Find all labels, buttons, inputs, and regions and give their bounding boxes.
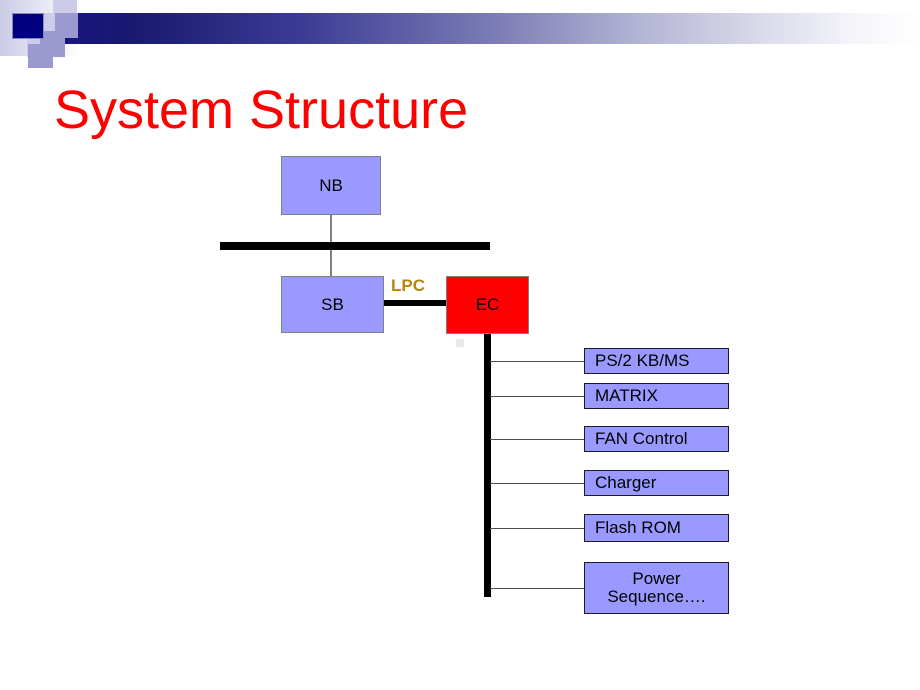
connector-branch-flash xyxy=(490,528,585,529)
connector-branch-ps2 xyxy=(490,361,585,362)
peripheral-power-sequence: Power Sequence…. xyxy=(584,562,729,614)
node-sb: SB xyxy=(281,276,384,333)
peripheral-flash-rom: Flash ROM xyxy=(584,514,729,542)
peripheral-power-sequence-line1: Power xyxy=(632,568,681,588)
peripheral-power-sequence-line2: Sequence…. xyxy=(607,587,706,606)
bus-bar-vertical xyxy=(484,333,491,597)
bus-label-lpc: LPC xyxy=(391,276,425,295)
bus-bar-horizontal xyxy=(220,242,490,250)
stray-artifact-square xyxy=(456,339,464,347)
connector-branch-fan xyxy=(490,439,585,440)
connector-branch-charger xyxy=(490,483,585,484)
peripheral-charger: Charger xyxy=(584,470,729,496)
system-structure-diagram: NB SB EC LPC PS/2 KB/MS MATRIX FAN Contr… xyxy=(0,0,920,690)
node-ec: EC xyxy=(446,276,529,334)
connector-branch-matrix xyxy=(490,396,585,397)
connector-sb-to-ec xyxy=(383,300,447,306)
peripheral-fan-control: FAN Control xyxy=(584,426,729,452)
peripheral-ps2-kb-ms: PS/2 KB/MS xyxy=(584,348,729,374)
node-nb: NB xyxy=(281,156,381,215)
peripheral-matrix: MATRIX xyxy=(584,383,729,409)
connector-branch-power xyxy=(490,588,585,589)
